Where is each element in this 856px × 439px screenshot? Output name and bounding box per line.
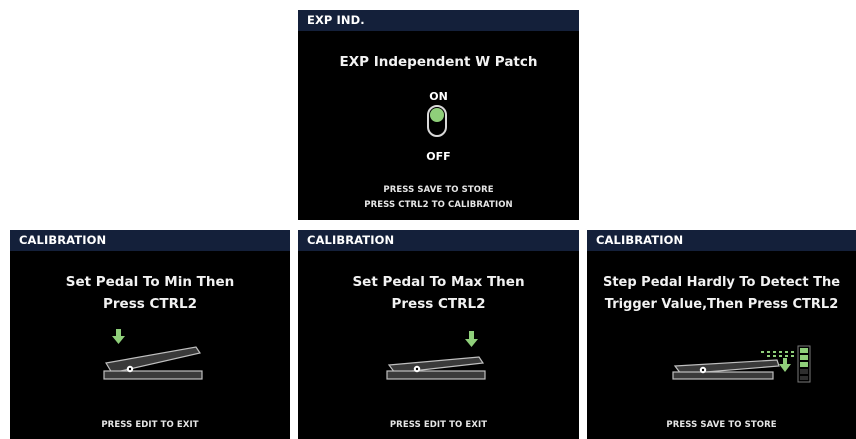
calibration-max-title: CALIBRATION bbox=[298, 230, 579, 251]
exp-ind-heading: EXP Independent W Patch bbox=[339, 54, 538, 70]
calibration-max-footer: PRESS EDIT TO EXIT bbox=[389, 420, 488, 430]
calibration-min-footer: PRESS EDIT TO EXIT bbox=[101, 420, 199, 430]
calibration-trigger-line1: Step Pedal Hardly To Detect The bbox=[602, 275, 841, 290]
calibration-min-line2: Press CTRL2 bbox=[103, 296, 197, 312]
arrow-down-icon bbox=[112, 329, 125, 344]
calibration-min-title: CALIBRATION bbox=[10, 230, 290, 251]
calibration-trigger-footer: PRESS SAVE TO STORE bbox=[666, 420, 777, 430]
calibration-min-screen: CALIBRATION Set Pedal To Min Then Press … bbox=[10, 230, 290, 439]
trigger-level-meter-icon bbox=[797, 345, 811, 383]
calibration-max-screen: CALIBRATION Set Pedal To Max Then Press … bbox=[298, 230, 579, 439]
toggle-off-label: OFF bbox=[426, 150, 451, 163]
calibration-trigger-line2: Trigger Value,Then Press CTRL2 bbox=[604, 297, 839, 312]
calibration-min-line1: Set Pedal To Min Then bbox=[65, 274, 235, 290]
exp-ind-footer-line1: PRESS SAVE TO STORE bbox=[383, 185, 494, 195]
pedal-max-illustration bbox=[386, 331, 486, 380]
exp-ind-toggle[interactable] bbox=[427, 105, 447, 137]
exp-ind-screen: EXP IND. EXP Independent W Patch ON OFF … bbox=[298, 10, 579, 220]
arrow-down-icon bbox=[465, 331, 478, 347]
pedal-min-illustration bbox=[103, 329, 203, 380]
pedal-trigger-illustration bbox=[672, 345, 811, 383]
arrow-down-icon bbox=[779, 358, 791, 372]
calibration-max-line2: Press CTRL2 bbox=[391, 296, 486, 312]
exp-ind-title: EXP IND. bbox=[298, 10, 579, 31]
toggle-on-label: ON bbox=[429, 90, 448, 103]
toggle-knob bbox=[430, 108, 444, 122]
calibration-max-line1: Set Pedal To Max Then bbox=[352, 274, 525, 290]
calibration-trigger-title: CALIBRATION bbox=[587, 230, 856, 251]
calibration-trigger-screen: CALIBRATION Step Pedal Hardly To Detect … bbox=[587, 230, 856, 439]
exp-ind-footer-line2: PRESS CTRL2 TO CALIBRATION bbox=[364, 200, 513, 210]
